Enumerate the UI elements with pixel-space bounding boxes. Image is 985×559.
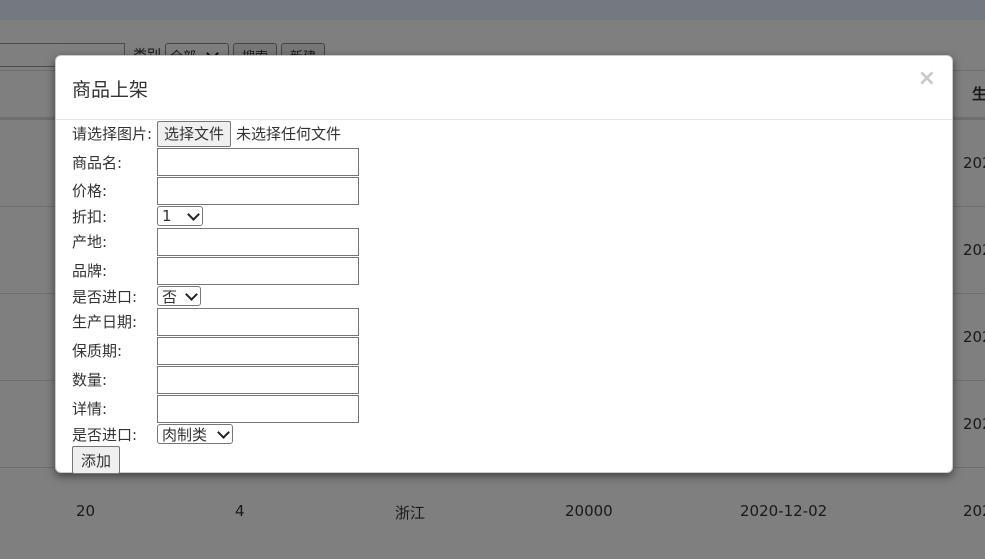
image-label: 请选择图片: xyxy=(72,125,153,143)
category-value: 肉制类 xyxy=(162,425,208,444)
product-name-input[interactable] xyxy=(157,148,359,176)
production-date-input[interactable] xyxy=(157,307,359,336)
add-button[interactable]: 添加 xyxy=(72,446,121,474)
quantity-label: 数量: xyxy=(72,371,108,389)
origin-input[interactable] xyxy=(157,227,359,256)
import-label: 是否进口: xyxy=(72,287,138,306)
modal-title: 商品上架 xyxy=(72,79,149,101)
shelf-life-input[interactable] xyxy=(157,336,359,365)
shelf-life-label: 保质期: xyxy=(72,342,123,360)
import-select[interactable]: 否 xyxy=(157,286,201,306)
modal-header: 商品上架 × xyxy=(56,56,952,120)
chevron-down-icon xyxy=(185,287,198,301)
product-form: 请选择图片: 选择文件 未选择任何文件 商品名: 价格: 折扣: 1 产地: 品… xyxy=(72,119,359,475)
chevron-down-icon xyxy=(217,425,230,439)
production-date-label: 生产日期: xyxy=(72,313,138,331)
quantity-input[interactable] xyxy=(157,365,359,394)
category-label: 是否进口: xyxy=(72,425,138,444)
chevron-down-icon xyxy=(187,207,200,221)
details-label: 详情: xyxy=(72,400,108,418)
file-status: 未选择任何文件 xyxy=(236,125,342,143)
add-product-modal: 商品上架 × 请选择图片: 选择文件 未选择任何文件 商品名: 价格: 折扣: … xyxy=(55,55,953,475)
category-select[interactable]: 肉制类 xyxy=(157,424,233,444)
discount-value: 1 xyxy=(162,207,172,225)
name-label: 商品名: xyxy=(72,153,123,172)
import-value: 否 xyxy=(162,287,178,306)
price-input[interactable] xyxy=(157,176,359,205)
price-label: 价格: xyxy=(72,182,108,200)
close-icon[interactable]: × xyxy=(918,68,936,90)
discount-select[interactable]: 1 xyxy=(157,206,203,226)
brand-input[interactable] xyxy=(157,256,359,285)
choose-file-button[interactable]: 选择文件 xyxy=(157,120,232,147)
origin-label: 产地: xyxy=(72,233,108,251)
details-input[interactable] xyxy=(157,394,359,423)
discount-label: 折扣: xyxy=(72,207,108,226)
brand-label: 品牌: xyxy=(72,262,108,280)
